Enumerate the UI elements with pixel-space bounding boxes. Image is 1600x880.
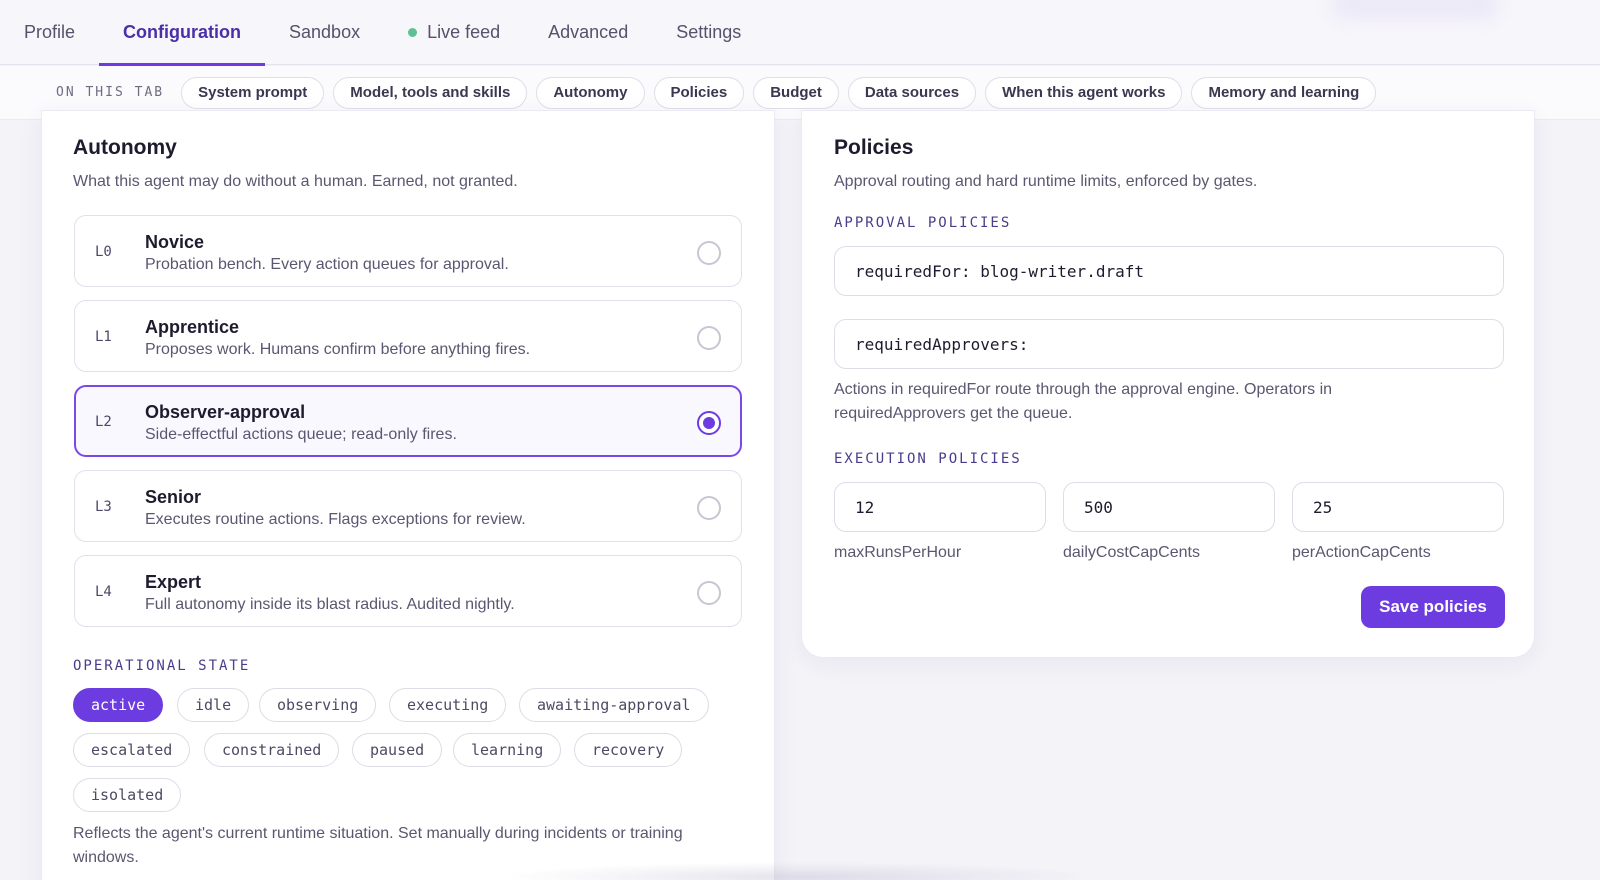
level-description: Probation bench. Every action queues for…	[145, 256, 509, 273]
approval-note-line1: Actions in requiredFor route through the…	[834, 381, 1333, 398]
approval-policies-label: APPROVAL POLICIES	[834, 215, 1012, 231]
radio-button-selected[interactable]	[697, 411, 721, 435]
autonomy-level-l4[interactable]: L4 Expert Full autonomy inside its blast…	[74, 555, 742, 627]
tab-live-feed[interactable]: Live feed	[384, 0, 524, 65]
subnav-chip-when-agent-works[interactable]: When this agent works	[985, 76, 1183, 109]
max-runs-per-hour-caption: maxRunsPerHour	[834, 544, 962, 561]
policies-panel: Policies Approval routing and hard runti…	[801, 110, 1535, 658]
subnav-chip-system-prompt[interactable]: System prompt	[181, 76, 325, 109]
tab-label: Configuration	[123, 22, 242, 42]
subnav-chip-model-tools-skills[interactable]: Model, tools and skills	[333, 76, 528, 109]
level-code: L0	[95, 244, 112, 260]
level-code: L1	[95, 329, 112, 345]
level-name: Senior	[145, 487, 202, 507]
per-action-cap-caption: perActionCapCents	[1292, 544, 1431, 561]
approval-note-line2: requiredApprovers get the queue.	[834, 405, 1073, 422]
policies-title: Policies	[834, 136, 914, 159]
state-chip-paused[interactable]: paused	[352, 733, 443, 767]
policies-description: Approval routing and hard runtime limits…	[834, 173, 1258, 190]
per-action-cap-input[interactable]: 25	[1292, 482, 1504, 532]
state-chip-escalated[interactable]: escalated	[73, 733, 191, 767]
state-chip-active[interactable]: active	[73, 688, 164, 722]
state-chip-idle[interactable]: idle	[177, 688, 250, 722]
subnav-chip-data-sources[interactable]: Data sources	[847, 76, 977, 109]
subnav-chip-memory-learning[interactable]: Memory and learning	[1191, 76, 1377, 109]
level-description: Executes routine actions. Flags exceptio…	[145, 511, 526, 528]
tab-advanced[interactable]: Advanced	[524, 0, 652, 65]
tab-settings[interactable]: Settings	[652, 0, 765, 65]
required-approvers-input[interactable]: requiredApprovers:	[834, 319, 1504, 369]
state-chip-recovery[interactable]: recovery	[574, 733, 683, 767]
level-description: Full autonomy inside its blast radius. A…	[145, 596, 515, 613]
daily-cost-cap-input[interactable]: 500	[1063, 482, 1275, 532]
radio-button[interactable]	[697, 241, 721, 265]
autonomy-level-l3[interactable]: L3 Senior Executes routine actions. Flag…	[74, 470, 742, 542]
state-chip-executing[interactable]: executing	[389, 688, 507, 722]
radio-button[interactable]	[697, 496, 721, 520]
tab-label: Profile	[24, 22, 76, 42]
live-status-dot-icon	[408, 28, 418, 37]
level-code: L4	[95, 584, 112, 600]
autonomy-panel: Autonomy What this agent may do without …	[41, 110, 775, 880]
tab-configuration[interactable]: Configuration	[99, 0, 265, 66]
autonomy-title: Autonomy	[73, 136, 177, 159]
required-for-input[interactable]: requiredFor: blog-writer.draft	[834, 246, 1504, 296]
level-name: Apprentice	[145, 317, 240, 337]
tab-label: Advanced	[548, 22, 629, 42]
level-code: L2	[95, 414, 112, 430]
radio-button[interactable]	[697, 326, 721, 350]
tab-sandbox[interactable]: Sandbox	[265, 0, 384, 65]
autonomy-level-l1[interactable]: L1 Apprentice Proposes work. Humans conf…	[74, 300, 742, 372]
operational-state-note-line2: windows.	[73, 849, 139, 866]
subnav-chip-autonomy[interactable]: Autonomy	[536, 76, 645, 109]
daily-cost-cap-caption: dailyCostCapCents	[1063, 544, 1200, 561]
level-name: Novice	[145, 232, 205, 252]
state-chip-constrained[interactable]: constrained	[204, 733, 340, 767]
level-code: L3	[95, 499, 112, 515]
autonomy-level-l2[interactable]: L2 Observer-approval Side-effectful acti…	[74, 385, 742, 457]
level-description: Proposes work. Humans confirm before any…	[145, 341, 531, 358]
tab-label: Live feed	[427, 22, 501, 42]
level-name: Expert	[145, 572, 202, 592]
subnav-chip-policies[interactable]: Policies	[653, 76, 745, 109]
state-chip-learning[interactable]: learning	[453, 733, 562, 767]
blurred-header-element	[1330, 0, 1500, 20]
tab-profile[interactable]: Profile	[0, 0, 99, 65]
subnav-chip-budget[interactable]: Budget	[753, 76, 839, 109]
top-tab-bar: Profile Configuration Sandbox Live feed …	[0, 0, 1600, 66]
autonomy-description: What this agent may do without a human. …	[73, 173, 518, 190]
level-name: Observer-approval	[145, 402, 306, 422]
autonomy-level-l0[interactable]: L0 Novice Probation bench. Every action …	[74, 215, 742, 287]
state-chip-observing[interactable]: observing	[259, 688, 377, 722]
max-runs-per-hour-input[interactable]: 12	[834, 482, 1046, 532]
radio-button[interactable]	[697, 581, 721, 605]
operational-state-note-line1: Reflects the agent's current runtime sit…	[73, 825, 683, 842]
save-policies-button[interactable]: Save policies	[1361, 586, 1505, 628]
state-chip-isolated[interactable]: isolated	[73, 778, 182, 812]
state-chip-awaiting-approval[interactable]: awaiting-approval	[519, 688, 709, 722]
tab-label: Settings	[676, 22, 742, 42]
level-description: Side-effectful actions queue; read-only …	[145, 426, 457, 443]
tab-label: Sandbox	[289, 22, 361, 42]
bottom-shadow	[500, 862, 1100, 880]
subnav-label: ON THIS TAB	[56, 85, 165, 100]
execution-policies-label: EXECUTION POLICIES	[834, 451, 1022, 467]
operational-state-label: OPERATIONAL STATE	[73, 658, 251, 674]
